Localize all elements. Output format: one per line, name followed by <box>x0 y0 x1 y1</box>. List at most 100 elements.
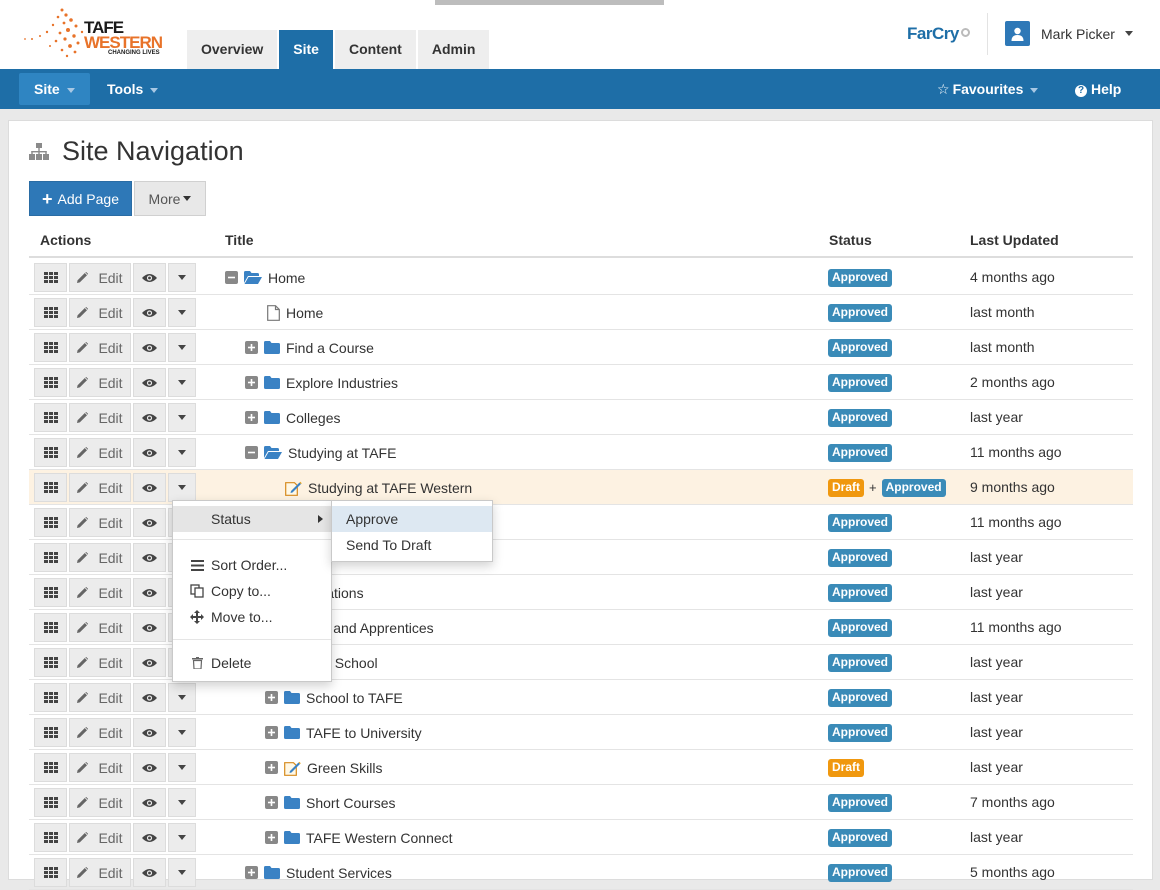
row-preview-button[interactable] <box>133 298 166 327</box>
row-edit-button[interactable]: Edit <box>69 683 131 712</box>
row-more-dropdown[interactable] <box>168 473 196 502</box>
row-preview-button[interactable] <box>133 403 166 432</box>
row-more-dropdown[interactable] <box>168 718 196 747</box>
row-edit-button[interactable]: Edit <box>69 788 131 817</box>
collapse-icon[interactable] <box>225 271 238 284</box>
more-dropdown-button[interactable]: More <box>134 181 206 216</box>
row-title[interactable]: Green Skills <box>307 760 382 776</box>
row-preview-button[interactable] <box>133 788 166 817</box>
row-preview-button[interactable] <box>133 718 166 747</box>
row-overview-button[interactable] <box>34 438 67 467</box>
row-title[interactable]: Colleges <box>286 410 340 426</box>
row-overview-button[interactable] <box>34 648 67 677</box>
submenu-approve[interactable]: Approve <box>332 506 492 532</box>
row-title[interactable]: Home <box>286 305 323 321</box>
expand-icon[interactable] <box>265 761 278 774</box>
row-preview-button[interactable] <box>133 263 166 292</box>
row-overview-button[interactable] <box>34 263 67 292</box>
row-edit-button[interactable]: Edit <box>69 403 131 432</box>
nav-favourites-dropdown[interactable]: ☆ Favourites <box>922 73 1053 105</box>
farcry-brand[interactable]: FarCry <box>907 24 970 44</box>
row-overview-button[interactable] <box>34 368 67 397</box>
row-overview-button[interactable] <box>34 683 67 712</box>
menu-delete[interactable]: Delete <box>173 650 331 676</box>
add-page-button[interactable]: + Add Page <box>29 181 132 216</box>
nav-help-link[interactable]: ? Help <box>1060 73 1136 105</box>
row-overview-button[interactable] <box>34 788 67 817</box>
row-overview-button[interactable] <box>34 613 67 642</box>
menu-move-to[interactable]: Move to... <box>173 604 331 630</box>
submenu-send-to-draft[interactable]: Send To Draft <box>332 532 492 558</box>
expand-icon[interactable] <box>265 691 278 704</box>
row-edit-button[interactable]: Edit <box>69 333 131 362</box>
row-edit-button[interactable]: Edit <box>69 823 131 852</box>
row-more-dropdown[interactable] <box>168 753 196 782</box>
row-more-dropdown[interactable] <box>168 263 196 292</box>
row-more-dropdown[interactable] <box>168 403 196 432</box>
row-preview-button[interactable] <box>133 473 166 502</box>
expand-icon[interactable] <box>265 726 278 739</box>
tafe-western-logo[interactable]: TAFE WESTERN CHANGING LIVES <box>20 6 165 64</box>
row-preview-button[interactable] <box>133 368 166 397</box>
row-title[interactable]: School to TAFE <box>306 690 403 706</box>
row-edit-button[interactable]: Edit <box>69 368 131 397</box>
tab-admin[interactable]: Admin <box>417 30 490 69</box>
expand-icon[interactable] <box>265 831 278 844</box>
expand-icon[interactable] <box>245 341 258 354</box>
row-preview-button[interactable] <box>133 823 166 852</box>
row-edit-button[interactable]: Edit <box>69 648 131 677</box>
row-edit-button[interactable]: Edit <box>69 438 131 467</box>
row-edit-button[interactable]: Edit <box>69 298 131 327</box>
row-overview-button[interactable] <box>34 298 67 327</box>
nav-tools-dropdown[interactable]: Tools <box>92 73 173 105</box>
row-edit-button[interactable]: Edit <box>69 613 131 642</box>
row-edit-button[interactable]: Edit <box>69 578 131 607</box>
row-edit-button[interactable]: Edit <box>69 263 131 292</box>
row-overview-button[interactable] <box>34 718 67 747</box>
user-menu[interactable]: Mark Picker <box>1005 21 1133 46</box>
row-more-dropdown[interactable] <box>168 438 196 467</box>
row-preview-button[interactable] <box>133 753 166 782</box>
row-title[interactable]: Studying at TAFE Western <box>308 480 472 496</box>
row-preview-button[interactable] <box>133 543 166 572</box>
expand-icon[interactable] <box>245 411 258 424</box>
row-more-dropdown[interactable] <box>168 788 196 817</box>
menu-sort-order[interactable]: Sort Order... <box>173 552 331 578</box>
row-preview-button[interactable] <box>133 613 166 642</box>
menu-status[interactable]: Status <box>173 506 331 532</box>
row-title[interactable]: Find a Course <box>286 340 374 356</box>
row-preview-button[interactable] <box>133 508 166 537</box>
row-overview-button[interactable] <box>34 473 67 502</box>
row-overview-button[interactable] <box>34 823 67 852</box>
row-more-dropdown[interactable] <box>168 823 196 852</box>
tab-overview[interactable]: Overview <box>187 30 278 69</box>
row-edit-button[interactable]: Edit <box>69 543 131 572</box>
row-title[interactable]: Short Courses <box>306 795 395 811</box>
row-overview-button[interactable] <box>34 543 67 572</box>
nav-site-dropdown[interactable]: Site <box>19 73 90 105</box>
row-overview-button[interactable] <box>34 403 67 432</box>
row-overview-button[interactable] <box>34 753 67 782</box>
row-title[interactable]: Studying at TAFE <box>288 445 396 461</box>
row-overview-button[interactable] <box>34 508 67 537</box>
row-more-dropdown[interactable] <box>168 333 196 362</box>
row-title[interactable]: TAFE Western Connect <box>306 830 453 846</box>
row-preview-button[interactable] <box>133 333 166 362</box>
row-title[interactable]: TAFE to University <box>306 725 422 741</box>
collapse-icon[interactable] <box>245 446 258 459</box>
row-more-dropdown[interactable] <box>168 683 196 712</box>
row-preview-button[interactable] <box>133 578 166 607</box>
tab-content[interactable]: Content <box>334 30 416 69</box>
row-preview-button[interactable] <box>133 683 166 712</box>
expand-icon[interactable] <box>245 376 258 389</box>
row-more-dropdown[interactable] <box>168 368 196 397</box>
expand-icon[interactable] <box>265 796 278 809</box>
row-edit-button[interactable]: Edit <box>69 473 131 502</box>
menu-copy-to[interactable]: Copy to... <box>173 578 331 604</box>
row-edit-button[interactable]: Edit <box>69 718 131 747</box>
row-overview-button[interactable] <box>34 333 67 362</box>
row-title[interactable]: Home <box>268 270 305 286</box>
row-preview-button[interactable] <box>133 438 166 467</box>
row-overview-button[interactable] <box>34 578 67 607</box>
row-edit-button[interactable]: Edit <box>69 753 131 782</box>
